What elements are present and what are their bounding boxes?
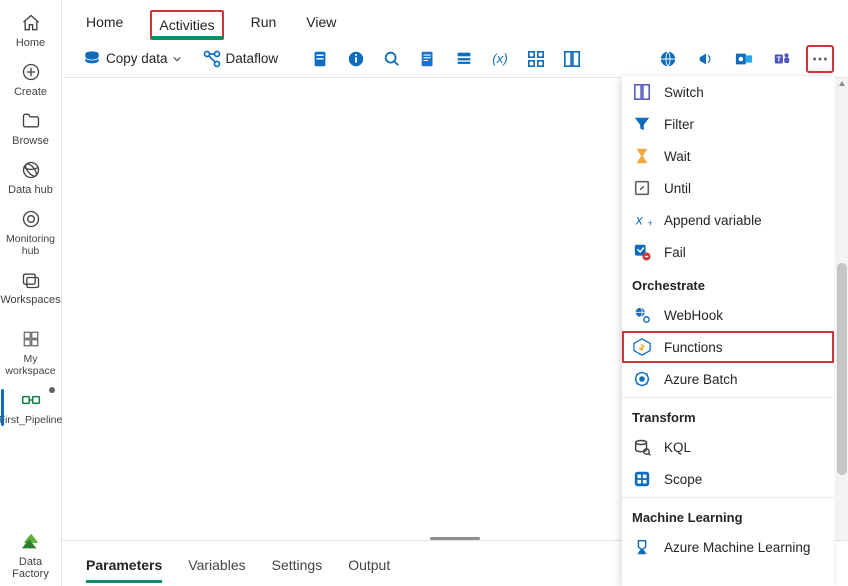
dataflow-icon [202,49,222,69]
activities-overflow-menu: Switch Filter Wait Until x+ Append varia… [622,76,834,586]
functions-icon [632,337,652,357]
nav-home[interactable]: Home [1,6,61,55]
nav-home-label: Home [16,37,45,49]
menu-filter[interactable]: Filter [622,108,834,140]
scope-icon [632,469,652,489]
menu-divider [622,397,834,398]
menu-fail[interactable]: Fail [622,236,834,268]
menu-azure-ml[interactable]: Azure Machine Learning [622,531,834,563]
copy-data-icon [82,49,102,69]
copy-data-button[interactable]: Copy data [76,47,188,71]
menu-switch[interactable]: Switch [622,76,834,108]
menu-webhook[interactable]: WebHook [622,299,834,331]
folder-icon [17,109,45,133]
nav-my-workspace[interactable]: My workspace [1,322,61,383]
svg-text:x: x [635,213,644,228]
nav-browse[interactable]: Browse [1,104,61,153]
grid-icon [17,327,45,351]
svg-text:(x): (x) [492,51,508,66]
nav-browse-label: Browse [12,135,49,147]
tab-activities[interactable]: Activities [151,11,222,39]
copy-data-label: Copy data [106,51,168,66]
menu-kql[interactable]: KQL [622,431,834,463]
dataflow-label: Dataflow [226,51,279,66]
notebook-activity-icon[interactable] [306,45,334,73]
nav-workspaces[interactable]: Workspaces [1,263,61,312]
chevron-down-icon [172,54,182,64]
dataflow-button[interactable]: Dataflow [196,47,285,71]
tab-variables[interactable]: Variables [188,545,245,583]
tab-home[interactable]: Home [84,6,125,39]
set-variable-activity-icon[interactable]: (x) [486,45,514,73]
home-icon [17,11,45,35]
ribbon-tabs: Home Activities Run View [62,0,848,40]
nav-data-factory[interactable]: Data Factory [1,525,61,586]
lookup-activity-icon[interactable] [378,45,406,73]
menu-append-variable[interactable]: x+ Append variable [622,204,834,236]
switch-icon [632,82,652,102]
fail-icon [632,242,652,262]
vertical-scrollbar[interactable] [836,78,848,540]
menu-azure-batch[interactable]: Azure Batch [622,363,834,395]
stored-proc-activity-icon[interactable] [450,45,478,73]
nav-first-pipeline-label: First_Pipeline [0,414,62,426]
web-activity-icon[interactable] [654,45,682,73]
menu-wait[interactable]: Wait [622,140,834,172]
menu-until[interactable]: Until [622,172,834,204]
wait-icon [632,146,652,166]
svg-text:T: T [777,54,782,63]
more-activities-button[interactable] [806,45,834,73]
info-activity-icon[interactable] [342,45,370,73]
left-nav: Home Create Browse Data hub Monitoring h… [0,0,62,586]
kql-icon [632,437,652,457]
nav-create[interactable]: Create [1,55,61,104]
plus-circle-icon [17,60,45,84]
announce-icon[interactable] [692,45,720,73]
data-factory-icon [17,530,45,554]
menu-scope[interactable]: Scope [622,463,834,495]
webhook-icon [632,305,652,325]
scroll-up-icon [838,80,846,88]
azure-batch-icon [632,369,652,389]
nav-first-pipeline[interactable]: First_Pipeline [1,383,61,432]
tab-settings[interactable]: Settings [272,545,323,583]
teams-icon[interactable]: T [768,45,796,73]
section-orchestrate: Orchestrate [622,268,834,299]
menu-divider [622,497,834,498]
nav-datahub[interactable]: Data hub [1,153,61,202]
nav-datahub-label: Data hub [8,184,53,196]
svg-text:+: + [647,218,652,229]
monitoring-icon [17,207,45,231]
if-activity-icon[interactable] [558,45,586,73]
nav-workspaces-label: Workspaces [0,294,60,306]
tab-view[interactable]: View [304,6,338,39]
nav-datafactory-label: Data Factory [1,556,61,580]
nav-myworkspace-label: My workspace [1,353,61,377]
nav-create-label: Create [14,86,47,98]
nav-monitoring[interactable]: Monitoring hub [1,202,61,263]
unsaved-dot-icon [49,387,55,393]
main-area: Home Activities Run View Copy data Dataf… [62,0,848,586]
activities-toolbar: Copy data Dataflow (x) T [62,40,848,78]
script-activity-icon[interactable] [414,45,442,73]
outlook-icon[interactable] [730,45,758,73]
tab-run[interactable]: Run [249,6,279,39]
split-handle[interactable] [430,537,480,540]
pipeline-icon [17,388,45,412]
nav-monitoring-label: Monitoring hub [1,233,61,257]
section-transform: Transform [622,400,834,431]
datahub-icon [17,158,45,182]
workspaces-icon [17,268,45,292]
until-icon [632,178,652,198]
tab-parameters[interactable]: Parameters [86,545,162,583]
azure-ml-icon [632,537,652,557]
foreach-activity-icon[interactable] [522,45,550,73]
tab-output[interactable]: Output [348,545,390,583]
filter-icon [632,114,652,134]
section-ml: Machine Learning [622,500,834,531]
append-variable-icon: x+ [632,210,652,230]
menu-functions[interactable]: Functions [622,331,834,363]
